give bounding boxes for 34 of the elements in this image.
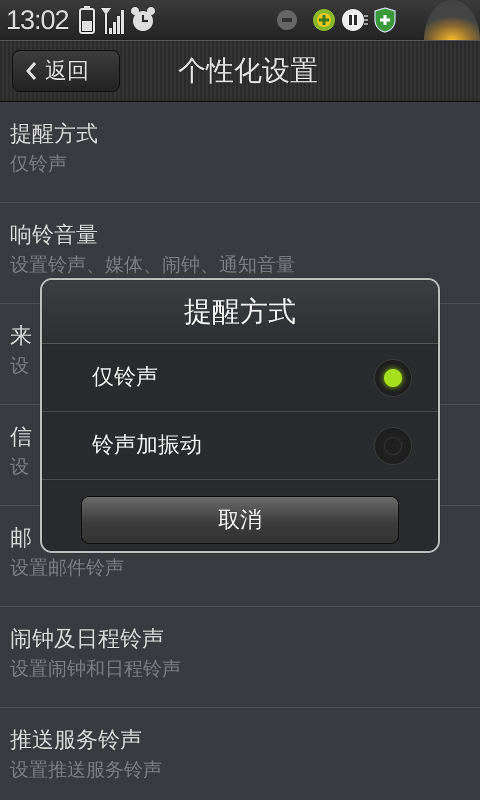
setting-title: 响铃音量 <box>10 222 98 250</box>
settings-row[interactable]: 提醒方式 仅铃声 <box>0 102 480 203</box>
chevron-left-icon <box>25 61 37 81</box>
settings-row[interactable]: 推送服务铃声 设置推送服务铃声 <box>0 708 480 800</box>
setting-subtitle: 设置闹钟和日程铃声 <box>10 657 181 682</box>
plus-circle-icon <box>312 8 336 32</box>
cancel-button[interactable]: 取消 <box>81 496 399 544</box>
alarm-clock-icon <box>130 7 155 33</box>
setting-title: 闹钟及日程铃声 <box>10 626 164 654</box>
setting-title: 提醒方式 <box>10 121 98 149</box>
back-button[interactable]: 返回 <box>12 50 120 92</box>
setting-subtitle: 设置推送服务铃声 <box>10 758 162 783</box>
settings-row[interactable]: 闹钟及日程铃声 设置闹钟和日程铃声 <box>0 607 480 708</box>
option-label: 仅铃声 <box>92 364 158 392</box>
radio-button[interactable] <box>374 358 412 396</box>
circle-icon <box>276 9 298 31</box>
setting-title: 邮 <box>10 525 32 553</box>
glow-icon <box>424 0 480 40</box>
page-title: 个性化设置 <box>178 53 318 89</box>
setting-subtitle: 仅铃声 <box>10 152 67 177</box>
setting-subtitle: 设置铃声、媒体、闹钟、通知音量 <box>10 253 295 278</box>
setting-subtitle: 设置邮件铃声 <box>10 556 124 581</box>
status-time: 13:02 <box>6 4 69 37</box>
battery-icon <box>78 6 95 34</box>
radio-button[interactable] <box>374 426 412 464</box>
shield-icon <box>374 7 396 33</box>
option-label: 铃声加振动 <box>92 432 202 460</box>
setting-title: 信 <box>10 424 32 452</box>
setting-subtitle: 设 <box>10 455 29 480</box>
setting-subtitle: 设 <box>10 354 29 379</box>
setting-title: 推送服务铃声 <box>10 727 142 755</box>
signal-icon <box>100 6 125 34</box>
setting-title: 来 <box>10 323 32 351</box>
pause-icon <box>342 8 368 32</box>
